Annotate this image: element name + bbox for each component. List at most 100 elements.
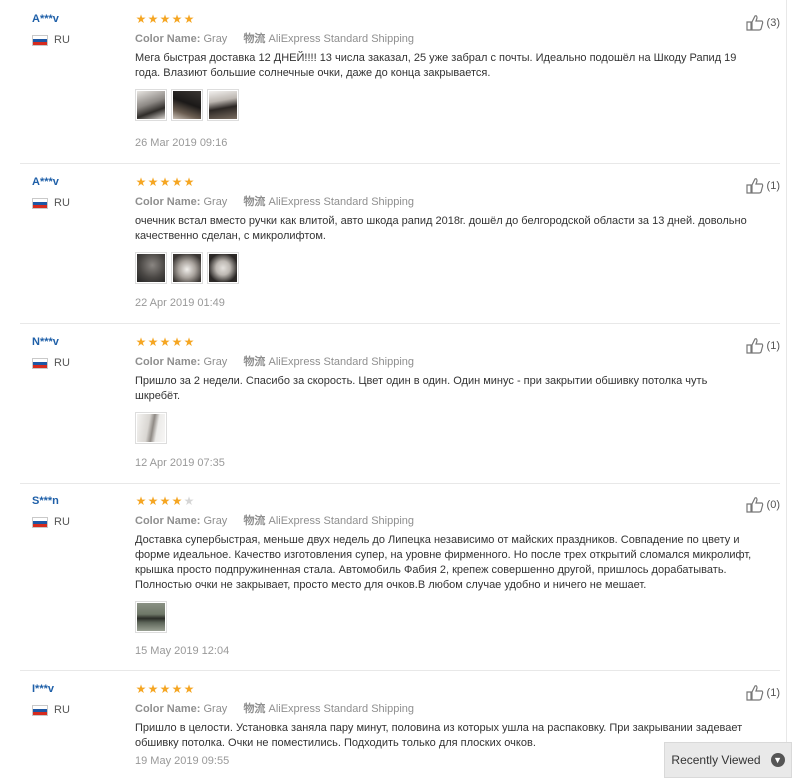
review-photo[interactable] bbox=[207, 252, 239, 284]
helpful-count: (0) bbox=[766, 498, 780, 511]
star-rating: ★ ★ ★ ★ ★ bbox=[135, 494, 755, 508]
review-photo[interactable] bbox=[171, 89, 203, 121]
russia-flag-icon bbox=[32, 357, 48, 369]
star-rating: ★ ★ ★ ★ ★ bbox=[135, 12, 755, 26]
shipping-label: 物流 bbox=[243, 356, 266, 368]
helpful-count: (1) bbox=[766, 339, 780, 352]
color-name-label: Color Name: bbox=[135, 356, 201, 368]
helpful-button[interactable]: (1) bbox=[745, 177, 780, 194]
reviewer-name: N***v bbox=[32, 336, 59, 348]
color-value: Gray bbox=[203, 515, 228, 527]
helpful-count: (1) bbox=[766, 686, 780, 699]
shipping-method: AliExpress Standard Shipping bbox=[268, 515, 415, 527]
star-filled-icon: ★ bbox=[159, 12, 171, 26]
review-date: 19 May 2019 09:55 bbox=[135, 755, 230, 767]
star-filled-icon: ★ bbox=[159, 494, 171, 508]
recently-viewed-button[interactable]: Recently Viewed ▼ bbox=[664, 742, 792, 778]
star-filled-icon: ★ bbox=[147, 175, 159, 189]
review-photo[interactable] bbox=[135, 89, 167, 121]
color-name-label: Color Name: bbox=[135, 196, 201, 208]
helpful-button[interactable]: (0) bbox=[745, 496, 780, 513]
shipping-label: 物流 bbox=[243, 33, 266, 45]
star-filled-icon: ★ bbox=[147, 494, 159, 508]
review-photo[interactable] bbox=[135, 252, 167, 284]
reviewer-name: S***n bbox=[32, 495, 59, 507]
recently-viewed-label: Recently Viewed bbox=[671, 753, 761, 767]
star-empty-icon: ★ bbox=[183, 494, 195, 508]
review-content: ★ ★ ★ ★ ★ Color Name: Gray 物流 AliExpress Sta… bbox=[135, 494, 755, 633]
review-photos bbox=[135, 89, 755, 121]
review-item: N***v RU ★ ★ ★ ★ ★ Color Name: Gray 物流 AliEx… bbox=[20, 335, 780, 484]
color-name-label: Color Name: bbox=[135, 703, 201, 715]
country-code: RU bbox=[54, 357, 70, 369]
star-filled-icon: ★ bbox=[171, 12, 183, 26]
review-item: S***n RU ★ ★ ★ ★ ★ Color Name: Gray 物流 AliEx… bbox=[20, 494, 780, 671]
reviewer-info: A***v RU bbox=[32, 175, 70, 209]
color-value: Gray bbox=[203, 196, 228, 208]
chevron-down-icon: ▼ bbox=[770, 753, 785, 767]
star-filled-icon: ★ bbox=[171, 175, 183, 189]
reviewer-info: N***v RU bbox=[32, 335, 70, 369]
thumbs-up-icon bbox=[745, 497, 763, 513]
thumbs-up-icon bbox=[745, 15, 763, 31]
review-date: 15 May 2019 12:04 bbox=[135, 645, 230, 657]
russia-flag-icon bbox=[32, 34, 48, 46]
star-filled-icon: ★ bbox=[171, 335, 183, 349]
review-photo[interactable] bbox=[135, 601, 167, 633]
star-filled-icon: ★ bbox=[147, 335, 159, 349]
helpful-button[interactable]: (1) bbox=[745, 684, 780, 701]
helpful-button[interactable]: (3) bbox=[745, 14, 780, 31]
review-content: ★ ★ ★ ★ ★ Color Name: Gray 物流 AliExpress Sta… bbox=[135, 682, 755, 751]
star-filled-icon: ★ bbox=[135, 335, 147, 349]
russia-flag-icon bbox=[32, 704, 48, 716]
review-meta: Color Name: Gray 物流 AliExpress Standard … bbox=[135, 195, 755, 209]
star-filled-icon: ★ bbox=[147, 12, 159, 26]
color-value: Gray bbox=[203, 33, 228, 45]
reviewer-info: A***v RU bbox=[32, 12, 70, 46]
color-value: Gray bbox=[203, 703, 228, 715]
review-photo[interactable] bbox=[171, 252, 203, 284]
country-code: RU bbox=[54, 197, 70, 209]
star-filled-icon: ★ bbox=[135, 494, 147, 508]
country-code: RU bbox=[54, 704, 70, 716]
review-photo[interactable] bbox=[135, 412, 167, 444]
review-meta: Color Name: Gray 物流 AliExpress Standard … bbox=[135, 702, 755, 716]
color-value: Gray bbox=[203, 356, 228, 368]
review-content: ★ ★ ★ ★ ★ Color Name: Gray 物流 AliExpress Sta… bbox=[135, 175, 755, 284]
review-content: ★ ★ ★ ★ ★ Color Name: Gray 物流 AliExpress Sta… bbox=[135, 335, 755, 444]
review-date: 26 Mar 2019 09:16 bbox=[135, 137, 228, 149]
review-item: A***v RU ★ ★ ★ ★ ★ Color Name: Gray 物流 AliEx… bbox=[20, 175, 780, 324]
helpful-count: (3) bbox=[766, 16, 780, 29]
shipping-label: 物流 bbox=[243, 515, 266, 527]
shipping-method: AliExpress Standard Shipping bbox=[268, 703, 415, 715]
star-filled-icon: ★ bbox=[135, 12, 147, 26]
reviewer-name: A***v bbox=[32, 13, 59, 25]
review-date: 12 Apr 2019 07:35 bbox=[135, 457, 225, 469]
reviewer-country: RU bbox=[32, 357, 70, 369]
review-meta: Color Name: Gray 物流 AliExpress Standard … bbox=[135, 355, 755, 369]
review-photos bbox=[135, 601, 755, 633]
star-filled-icon: ★ bbox=[183, 682, 195, 696]
russia-flag-icon bbox=[32, 197, 48, 209]
shipping-method: AliExpress Standard Shipping bbox=[268, 196, 415, 208]
helpful-button[interactable]: (1) bbox=[745, 337, 780, 354]
reviewer-name: I***v bbox=[32, 683, 55, 695]
reviewer-name: A***v bbox=[32, 176, 59, 188]
review-item: A***v RU ★ ★ ★ ★ ★ Color Name: Gray 物流 AliEx… bbox=[20, 12, 780, 164]
reviewer-info: S***n RU bbox=[32, 494, 70, 528]
star-filled-icon: ★ bbox=[159, 175, 171, 189]
star-filled-icon: ★ bbox=[171, 682, 183, 696]
review-text: Пришло за 2 недели. Спасибо за скорость.… bbox=[135, 375, 708, 402]
review-text: Мега быстрая доставка 12 ДНЕЙ!!!! 13 чис… bbox=[135, 52, 737, 79]
review-content: ★ ★ ★ ★ ★ Color Name: Gray 物流 AliExpress Sta… bbox=[135, 12, 755, 121]
shipping-label: 物流 bbox=[243, 196, 266, 208]
star-rating: ★ ★ ★ ★ ★ bbox=[135, 175, 755, 189]
review-date: 22 Apr 2019 01:49 bbox=[135, 297, 225, 309]
thumbs-up-icon bbox=[745, 338, 763, 354]
star-filled-icon: ★ bbox=[159, 335, 171, 349]
country-code: RU bbox=[54, 34, 70, 46]
country-code: RU bbox=[54, 516, 70, 528]
russia-flag-icon bbox=[32, 516, 48, 528]
shipping-label: 物流 bbox=[243, 703, 266, 715]
review-photo[interactable] bbox=[207, 89, 239, 121]
